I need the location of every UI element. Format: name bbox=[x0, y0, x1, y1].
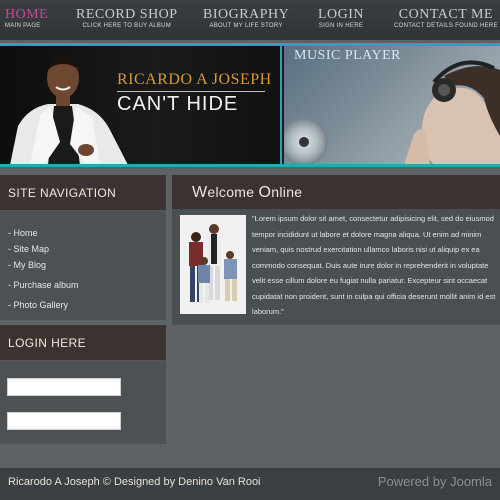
nav-item-login[interactable]: Login Sign in here bbox=[318, 8, 364, 31]
nav-subtitle: Sign in here bbox=[318, 23, 364, 29]
password-field[interactable] bbox=[7, 412, 121, 430]
footer: Ricarodo A Joseph © Designed by Denino V… bbox=[0, 468, 500, 500]
album-title: Can't Hide bbox=[117, 93, 239, 115]
username-field[interactable] bbox=[7, 378, 121, 396]
nav-subtitle: Main Page bbox=[5, 23, 41, 29]
artist-name: Ricardo A Joseph bbox=[117, 71, 272, 88]
nav-title: Contact Me bbox=[398, 7, 494, 22]
heading-letter: O bbox=[258, 184, 272, 201]
nav-item-record-shop[interactable]: Record Shop Click here to buy album bbox=[76, 8, 178, 31]
main-content: Welcome Online "Lorem ipsum dolor sit am… bbox=[172, 175, 500, 325]
heading-text: elcome bbox=[207, 184, 259, 200]
welcome-body-text: "Lorem ipsum dolor sit amet, consectetur… bbox=[252, 214, 496, 316]
site-navigation-list: - Home - Site Map - My Blog - Purchase a… bbox=[0, 211, 166, 313]
sidebar-link-site-map[interactable]: - Site Map bbox=[8, 241, 166, 257]
top-navigation: Home Main Page Record Shop Click here to… bbox=[0, 0, 500, 40]
site-navigation-title: Site Navigation bbox=[0, 175, 166, 211]
login-title: Login Here bbox=[0, 325, 166, 361]
sidebar-link-my-blog[interactable]: - My Blog bbox=[8, 257, 166, 273]
nav-subtitle: Click here to buy album bbox=[82, 23, 172, 29]
nav-title: Login bbox=[318, 7, 365, 22]
nav-item-home[interactable]: Home Main Page bbox=[5, 8, 48, 31]
title-divider bbox=[117, 91, 265, 92]
nav-item-biography[interactable]: Biography About my life story bbox=[203, 8, 289, 31]
nav-subtitle: Contact details found here bbox=[394, 23, 498, 29]
heading-letter: W bbox=[192, 184, 208, 201]
nav-title: Home bbox=[5, 7, 49, 22]
login-panel: Login Here bbox=[0, 325, 166, 444]
nav-title: Record Shop bbox=[76, 7, 178, 22]
album-banner: Ricardo A Joseph Can't Hide bbox=[0, 46, 282, 165]
music-player-title: Music Player bbox=[294, 48, 402, 63]
banner: Ricardo A Joseph Can't Hide bbox=[0, 46, 500, 165]
sidebar-link-purchase-album[interactable]: - Purchase album bbox=[8, 277, 166, 293]
family-photo bbox=[180, 215, 246, 314]
sidebar-link-home[interactable]: - Home bbox=[8, 225, 166, 241]
site-navigation-panel: Site Navigation - Home - Site Map - My B… bbox=[0, 175, 166, 320]
music-player[interactable]: Music Player bbox=[284, 46, 500, 165]
accent-divider bbox=[0, 164, 500, 167]
nav-title: Biography bbox=[203, 7, 290, 22]
powered-by-link[interactable]: Powered by Joomla bbox=[378, 474, 492, 489]
sidebar-link-photo-gallery[interactable]: - Photo Gallery bbox=[8, 297, 166, 313]
nav-item-contact-me[interactable]: Contact Me Contact details found here bbox=[394, 8, 498, 31]
nav-subtitle: About my life story bbox=[209, 23, 283, 29]
welcome-heading: Welcome Online bbox=[172, 175, 500, 209]
footer-credit: Ricarodo A Joseph © Designed by Denino V… bbox=[8, 476, 261, 488]
heading-text: nline bbox=[271, 184, 303, 200]
